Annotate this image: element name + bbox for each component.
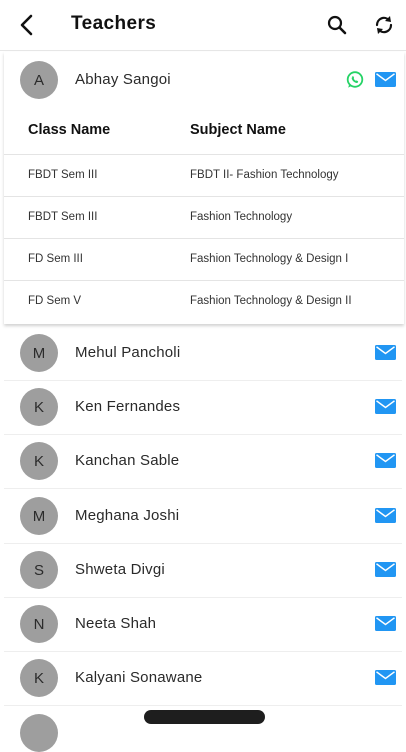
teacher-name: Abhay Sangoi: [75, 71, 171, 88]
teacher-list-item[interactable]: M Meghana Joshi: [4, 489, 402, 544]
column-header-subject: Subject Name: [190, 122, 286, 138]
search-icon[interactable]: [325, 13, 349, 37]
page-title: Teachers: [71, 13, 157, 34]
refresh-icon[interactable]: [372, 13, 396, 37]
class-cell: FBDT Sem III: [28, 169, 98, 181]
teacher-list-item[interactable]: K Ken Fernandes: [4, 380, 402, 435]
teacher-list-item[interactable]: K Kalyani Sonawane: [4, 651, 402, 706]
home-indicator: [144, 710, 265, 724]
teacher-name: Ken Fernandes: [75, 398, 181, 415]
teacher-name: Meghana Joshi: [75, 507, 180, 524]
mail-icon[interactable]: [375, 72, 396, 87]
teacher-name: Neeta Shah: [75, 615, 157, 632]
teacher-name: Kanchan Sable: [75, 452, 180, 469]
teacher-name: Kalyani Sonawane: [75, 669, 203, 686]
header-divider: [0, 50, 406, 51]
mail-icon[interactable]: [375, 562, 396, 577]
teacher-name: Shweta Divgi: [75, 561, 165, 578]
avatar: N: [20, 605, 58, 643]
avatar: A: [20, 61, 58, 99]
table-row: FD Sem V Fashion Technology & Design II: [4, 280, 404, 323]
mail-icon[interactable]: [375, 345, 396, 360]
table-row: FD Sem III Fashion Technology & Design I: [4, 238, 404, 281]
class-cell: FBDT Sem III: [28, 211, 98, 223]
table-row: FBDT Sem III Fashion Technology: [4, 196, 404, 239]
avatar: M: [20, 497, 58, 535]
subject-cell: Fashion Technology & Design II: [190, 295, 352, 307]
avatar: K: [20, 388, 58, 426]
app-header: Teachers: [0, 0, 406, 50]
mail-icon[interactable]: [375, 670, 396, 685]
teacher-list-item[interactable]: S Shweta Divgi: [4, 543, 402, 598]
table-row: FBDT Sem III FBDT II- Fashion Technology: [4, 154, 404, 197]
mail-icon[interactable]: [375, 508, 396, 523]
subject-cell: Fashion Technology: [190, 211, 293, 223]
avatar: K: [20, 659, 58, 697]
teacher-list-item[interactable]: K Kanchan Sable: [4, 434, 402, 489]
subject-cell: FBDT II- Fashion Technology: [190, 169, 339, 181]
whatsapp-icon[interactable]: [345, 70, 365, 90]
class-cell: FD Sem III: [28, 253, 83, 265]
mail-icon[interactable]: [375, 453, 396, 468]
teacher-name: Mehul Pancholi: [75, 344, 181, 361]
teacher-list-item[interactable]: M Mehul Pancholi: [4, 326, 402, 381]
mail-icon[interactable]: [375, 399, 396, 414]
teacher-list-item[interactable]: N Neeta Shah: [4, 597, 402, 652]
expanded-teacher-card: A Abhay Sangoi Class Name Subject Name F…: [4, 52, 404, 324]
avatar: S: [20, 551, 58, 589]
avatar: M: [20, 334, 58, 372]
subject-cell: Fashion Technology & Design I: [190, 253, 349, 265]
back-arrow-icon[interactable]: [14, 12, 40, 38]
column-header-class: Class Name: [28, 122, 111, 138]
teacher-row-expanded[interactable]: A Abhay Sangoi: [4, 52, 404, 108]
avatar: K: [20, 442, 58, 480]
mail-icon[interactable]: [375, 616, 396, 631]
class-cell: FD Sem V: [28, 295, 82, 307]
